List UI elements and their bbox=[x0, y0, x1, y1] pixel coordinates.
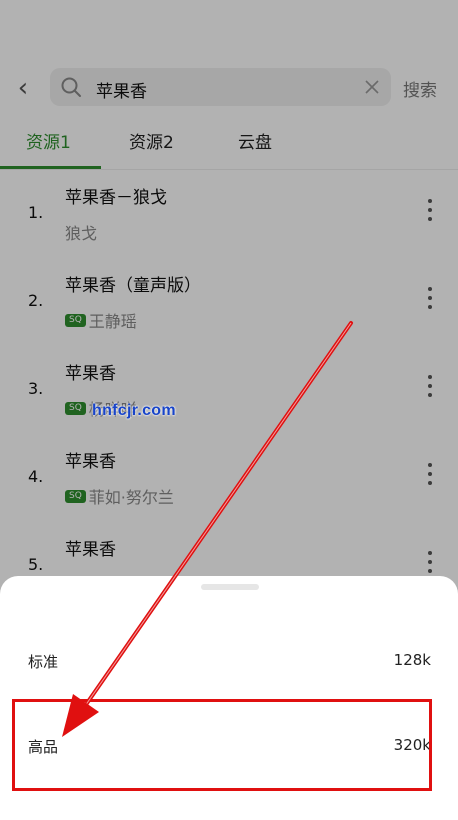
quality-option-standard[interactable]: 标准 128k bbox=[0, 631, 458, 691]
watermark-text: hnfcjr.com bbox=[92, 402, 176, 419]
quality-label: 标准 bbox=[28, 653, 59, 671]
search-results-screen: ‹ 苹果香 搜索 资源1 资源2 云盘 1. 苹果香－狼戈 狼戈 2. 苹果香（… bbox=[0, 0, 458, 820]
quality-bitrate: 128k bbox=[393, 651, 431, 669]
sheet-drag-handle[interactable] bbox=[201, 584, 259, 590]
annotation-highlight-box bbox=[12, 699, 432, 791]
